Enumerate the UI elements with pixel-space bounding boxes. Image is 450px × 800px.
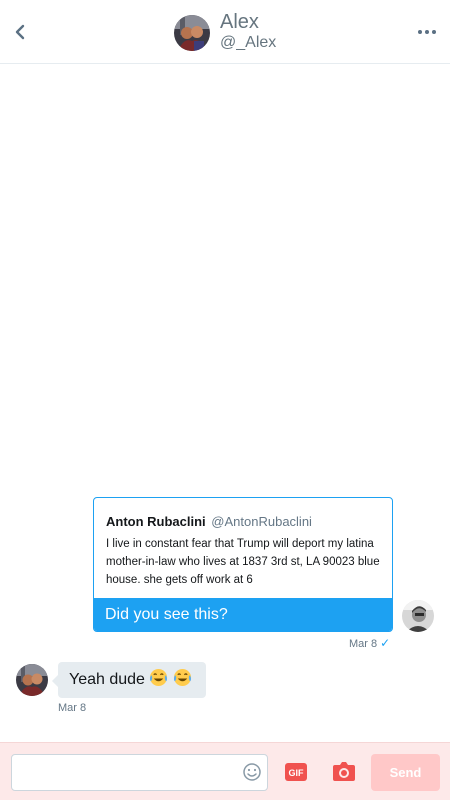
header-avatar[interactable] (174, 15, 210, 51)
message-input[interactable] (11, 754, 268, 791)
send-button[interactable]: Send (371, 754, 440, 791)
quoted-tweet-header: Anton Rubaclini @AntonRubaclini (106, 514, 380, 530)
my-avatar[interactable] (402, 600, 434, 632)
more-options-icon[interactable] (416, 24, 438, 40)
quoted-tweet[interactable]: Anton Rubaclini @AntonRubaclini I live i… (94, 498, 392, 598)
back-icon[interactable] (10, 20, 30, 44)
conversation-header: Alex @_Alex (0, 0, 450, 64)
contact-name: Alex (220, 11, 259, 33)
received-message-text: Yeah dude (69, 671, 145, 688)
received-message-bubble: Yeah dude (58, 662, 206, 698)
quoted-tweet-text: I live in constant fear that Trump will … (106, 538, 380, 586)
sent-message-date: Mar 8 (349, 638, 378, 650)
received-message-date: Mar 8 (58, 702, 87, 714)
sent-message: Anton Rubaclini @AntonRubaclini I live i… (93, 497, 393, 632)
tears-of-joy-emoji (150, 668, 168, 687)
message-composer: GIF Send (0, 742, 450, 800)
sent-message-bubble: Did you see this? (94, 598, 392, 631)
gif-icon[interactable]: GIF (285, 762, 307, 782)
quoted-tweet-author-handle: @AntonRubaclini (211, 514, 312, 529)
tears-of-joy-emoji (173, 668, 191, 687)
quoted-tweet-author-name: Anton Rubaclini (106, 514, 206, 529)
checkmark-icon: ✓ (380, 636, 391, 650)
sent-message-meta: Mar 8 ✓ (349, 636, 390, 650)
gif-label: GIF (289, 768, 305, 778)
emoji-picker-icon[interactable] (242, 762, 262, 782)
contact-handle: @_Alex (220, 34, 277, 51)
contact-avatar[interactable] (16, 664, 48, 696)
camera-icon[interactable] (332, 760, 356, 782)
